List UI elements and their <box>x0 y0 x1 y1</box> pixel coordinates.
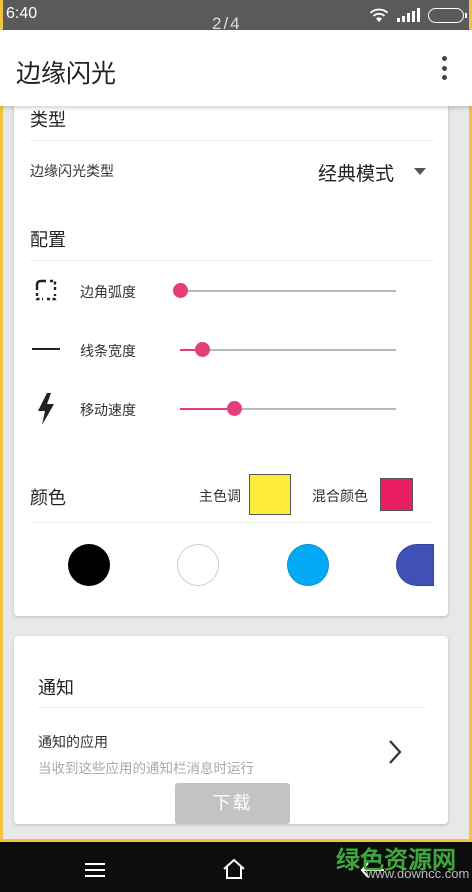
slider-thumb[interactable] <box>194 342 210 357</box>
mix-color-label: 混合颜色 <box>312 489 368 505</box>
screen: 6:40 2/4 边缘闪光 类型 边缘闪光类型 经典模式 配置 边角弧度 线条宽… <box>0 0 472 892</box>
watermark-url: www.downcc.com <box>366 866 470 881</box>
chevron-right-icon[interactable] <box>388 739 402 765</box>
line-width-slider[interactable] <box>180 342 396 357</box>
palette-color-indigo[interactable] <box>396 544 434 586</box>
divider <box>30 260 434 261</box>
config-section-title: 配置 <box>30 230 66 251</box>
status-icons <box>369 6 467 24</box>
notification-section-title: 通知 <box>38 678 74 699</box>
download-button[interactable]: 下载 <box>175 783 290 824</box>
status-bar: 6:40 2/4 <box>0 0 472 33</box>
settings-card: 类型 边缘闪光类型 经典模式 配置 边角弧度 线条宽度 移动速度 颜色 主色调 … <box>14 90 448 616</box>
menu-icon[interactable] <box>84 862 106 878</box>
primary-color-swatch[interactable] <box>249 474 291 515</box>
line-width-icon <box>32 348 60 350</box>
slider-fill <box>180 408 234 410</box>
dropdown-arrow-icon[interactable] <box>414 168 426 175</box>
type-section-title: 类型 <box>30 110 66 131</box>
lightning-bolt-icon <box>38 393 54 425</box>
battery-icon <box>428 7 467 23</box>
edge-flash-type-dropdown[interactable]: 经典模式 <box>318 159 394 186</box>
color-section-title: 颜色 <box>30 488 66 509</box>
palette-color-black[interactable] <box>68 544 110 586</box>
edge-flash-type-label: 边缘闪光类型 <box>30 164 114 180</box>
divider <box>30 140 434 141</box>
home-icon[interactable] <box>222 858 246 880</box>
signal-icon <box>397 8 420 22</box>
slider-thumb[interactable] <box>227 401 242 416</box>
divider <box>30 522 434 523</box>
more-options-icon[interactable] <box>440 56 448 80</box>
palette-color-blue[interactable] <box>287 544 329 586</box>
page-title: 边缘闪光 <box>16 59 117 88</box>
slider-label: 线条宽度 <box>80 344 136 360</box>
palette-color-white[interactable] <box>177 544 219 586</box>
divider <box>38 707 426 708</box>
primary-color-label: 主色调 <box>199 489 241 505</box>
notification-apps-title: 通知的应用 <box>38 735 108 751</box>
slider-label: 移动速度 <box>80 403 136 419</box>
slider-thumb[interactable] <box>173 283 188 298</box>
notification-apps-subtitle: 当收到这些应用的通知栏消息时运行 <box>38 761 254 777</box>
move-speed-slider[interactable] <box>180 401 396 416</box>
rounded-corner-icon <box>35 279 57 301</box>
status-time: 6:40 <box>6 5 38 22</box>
wifi-icon <box>369 8 389 22</box>
mix-color-swatch[interactable] <box>380 478 413 511</box>
corner-radius-slider[interactable] <box>173 283 396 298</box>
app-bar: 边缘闪光 <box>0 30 472 106</box>
slider-label: 边角弧度 <box>80 285 136 301</box>
